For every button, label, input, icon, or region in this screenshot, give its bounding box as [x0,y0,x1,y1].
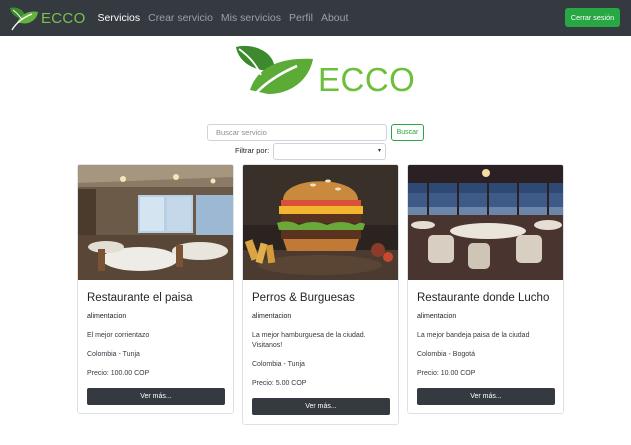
restaurant-interior-image [78,165,233,280]
see-more-button[interactable]: Ver más... [417,388,555,405]
card-category: alimentacion [417,313,457,320]
brand-name: ECCO [41,9,86,27]
card-category: alimentacion [87,313,127,320]
nav-link-mis-servicios[interactable]: Mis servicios [221,12,281,24]
top-navbar: ECCO Servicios Crear servicio Mis servic… [0,0,631,36]
filter-label: Filtrar por: [235,146,270,155]
card-price: Precio: 100.00 COP [87,370,150,377]
card-title: Restaurante donde Lucho [417,292,550,304]
nav-link-crear-servicio[interactable]: Crear servicio [148,12,213,24]
see-more-button[interactable]: Ver más... [252,398,390,415]
nav-link-perfil[interactable]: Perfil [289,12,313,24]
see-more-button[interactable]: Ver más... [87,388,225,405]
card-price: Precio: 10.00 COP [417,370,476,377]
card-price: Precio: 5.00 COP [252,380,307,387]
leaf-logo-icon [10,7,38,31]
card-location: Colombia - Tunja [87,351,140,358]
card-description: La mejor hamburguesa de la ciudad. Visit… [252,332,366,349]
hero-logo-text: ECCO [318,61,416,98]
chevron-down-icon: ▾ [377,148,381,154]
card-title: Restaurante el paisa [87,292,193,304]
logout-button[interactable]: Cerrar sesión [565,8,620,27]
search-input[interactable] [207,124,387,141]
service-card: Perros & Burguesas alimentacion La mejor… [242,164,399,425]
card-location: Colombia - Bogotá [417,351,475,358]
filter-select[interactable]: ▾ [273,143,386,160]
burger-image [243,165,398,280]
nav-link-servicios[interactable]: Servicios [98,12,141,24]
nav-link-about[interactable]: About [321,12,348,24]
brand-logo[interactable]: ECCO [8,0,86,36]
card-description: La mejor bandeja paisa de la ciudad [417,332,530,339]
search-button[interactable]: Buscar [391,124,424,141]
dining-room-image [408,165,563,280]
nav-links: Servicios Crear servicio Mis servicios P… [98,12,357,24]
service-card: Restaurante donde Lucho alimentacion La … [407,164,564,414]
card-category: alimentacion [252,313,292,320]
card-title: Perros & Burguesas [252,292,355,304]
service-card: Restaurante el paisa alimentacion El mej… [77,164,234,414]
card-description: El mejor corrientazo [87,332,150,339]
card-location: Colombia - Tunja [252,361,305,368]
